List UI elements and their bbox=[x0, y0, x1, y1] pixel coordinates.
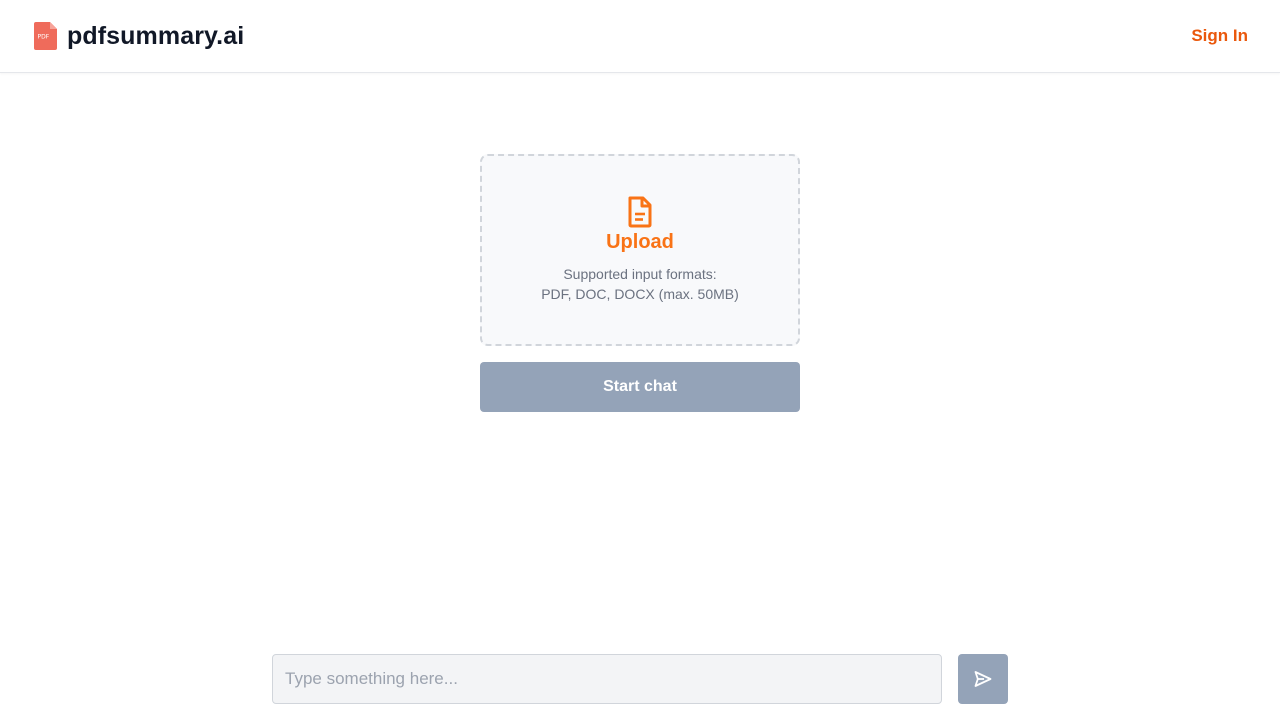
upload-dropzone[interactable]: Upload Supported input formats: PDF, DOC… bbox=[480, 154, 800, 346]
top-header: PDF pdfsummary.ai Sign In bbox=[0, 0, 1280, 73]
document-icon bbox=[628, 196, 652, 228]
pdf-logo-text: PDF bbox=[38, 34, 50, 41]
brand-link[interactable]: PDF pdfsummary.ai bbox=[34, 22, 244, 51]
start-chat-button[interactable]: Start chat bbox=[480, 362, 800, 412]
send-icon bbox=[974, 671, 992, 687]
supported-formats-text: Supported input formats: PDF, DOC, DOCX … bbox=[541, 264, 739, 304]
brand-name: pdfsummary.ai bbox=[67, 21, 245, 50]
sign-in-link[interactable]: Sign In bbox=[1191, 26, 1248, 46]
upload-label: Upload bbox=[606, 231, 674, 253]
formats-line-2: PDF, DOC, DOCX (max. 50MB) bbox=[541, 286, 739, 302]
chat-input[interactable] bbox=[272, 654, 942, 704]
pdf-file-icon: PDF bbox=[34, 22, 57, 50]
send-button[interactable] bbox=[958, 654, 1008, 704]
formats-line-1: Supported input formats: bbox=[563, 266, 717, 282]
